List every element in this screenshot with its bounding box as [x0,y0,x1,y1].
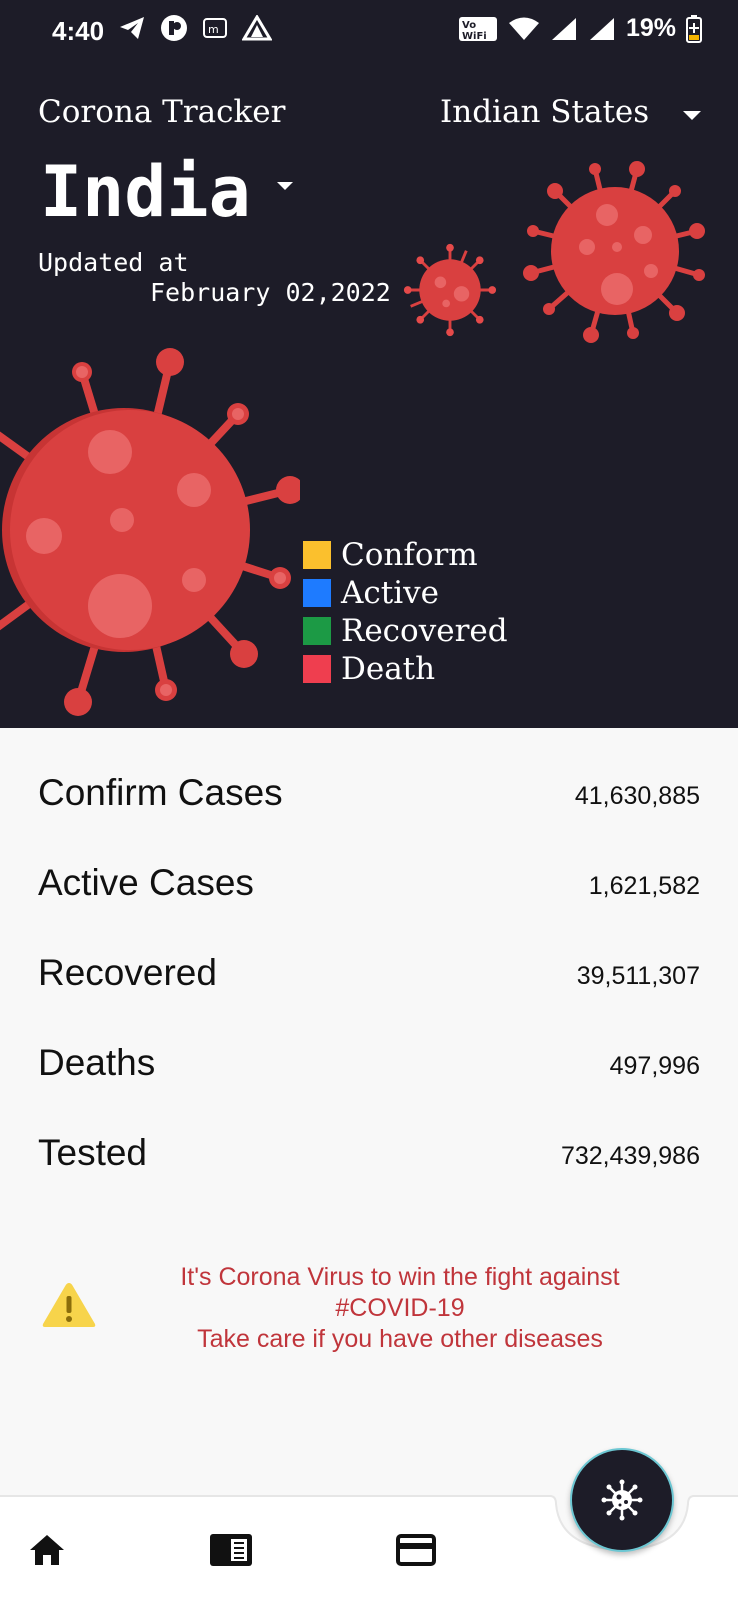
chart-legend: Conform Active Recovered Death [303,536,508,688]
legend-item-death: Death [303,650,508,688]
svg-text:m: m [208,23,219,36]
legend-label: Recovered [341,613,508,649]
svg-text:Vo: Vo [462,20,476,31]
battery-percent: 19% [625,14,676,42]
legend-item-active: Active [303,574,508,612]
stat-label: Active Cases [38,862,254,903]
nav-news[interactable] [206,1528,256,1572]
mail-notification-icon: m [203,18,227,38]
legend-swatch [303,579,331,607]
stat-label: Recovered [38,952,217,993]
news-icon [210,1534,252,1566]
nav-card[interactable] [391,1528,441,1572]
legend-item-recovered: Recovered [303,612,508,650]
notification-icons: m [118,14,272,42]
stat-row-confirmed: Confirm Cases 41,630,885 [0,772,738,832]
stat-label: Deaths [38,1042,156,1083]
app-title: Corona Tracker [38,94,286,130]
card-icon [396,1534,436,1566]
legend-label: Conform [341,537,478,573]
updated-label: Updated at [38,248,189,277]
region-selector[interactable]: Indian States [440,94,702,130]
stat-row-recovered: Recovered 39,511,307 [0,952,738,1012]
warning-icon [42,1283,96,1327]
stat-label: Tested [38,1132,148,1173]
vowifi-icon: VoWiFi [458,16,497,42]
stat-value: 732,439,986 [560,1142,700,1170]
stat-value: 41,630,885 [574,782,700,810]
virus-illustration-large [0,348,300,716]
virus-illustration-small [403,243,497,337]
legend-item-conform: Conform [303,536,508,574]
stat-value: 39,511,307 [576,962,700,990]
svg-text:WiFi: WiFi [462,31,487,42]
warning-line-2: #COVID-19 [335,1294,465,1322]
legend-swatch [303,541,331,569]
battery-icon [686,14,702,43]
home-icon [30,1535,64,1565]
country-name: India [40,151,251,233]
stat-value: 497,996 [609,1052,700,1080]
chevron-down-icon [683,110,702,120]
legend-swatch [303,617,331,645]
virus-fab-button[interactable] [570,1448,674,1552]
country-selector[interactable]: India [40,151,293,233]
stat-row-active: Active Cases 1,621,582 [0,862,738,922]
signal-icon [551,17,576,40]
status-bar: 4:40 m Vo WiFi 19% [0,0,738,56]
updated-date: February 02,2022 [150,278,391,307]
virus-illustration-medium [523,161,705,343]
warning-line-1: It's Corona Virus to win the fight again… [180,1263,620,1291]
stat-row-tested: Tested 732,439,986 [0,1132,738,1192]
warning-message: It's Corona Virus to win the fight again… [120,1262,680,1355]
warning-line-3: Take care if you have other diseases [197,1325,603,1353]
wifi-icon [508,17,539,40]
stat-value: 1,621,582 [588,872,700,900]
telegram-icon [120,17,144,39]
chevron-down-icon [276,182,293,190]
legend-label: Active [341,575,439,611]
nav-home[interactable] [22,1528,72,1572]
legend-swatch [303,655,331,683]
app-notification-icon [161,15,187,41]
virus-icon [601,1479,643,1521]
header: Corona Tracker Indian States India Updat… [0,56,738,728]
stat-row-deaths: Deaths 497,996 [0,1042,738,1102]
stat-label: Confirm Cases [38,772,283,813]
triangle-app-icon [242,15,272,41]
legend-label: Death [341,651,436,687]
region-selector-label: Indian States [440,94,650,130]
signal-icon-2 [589,17,614,40]
status-time: 4:40 [52,16,105,46]
system-icons: Vo WiFi 19% [458,14,702,43]
